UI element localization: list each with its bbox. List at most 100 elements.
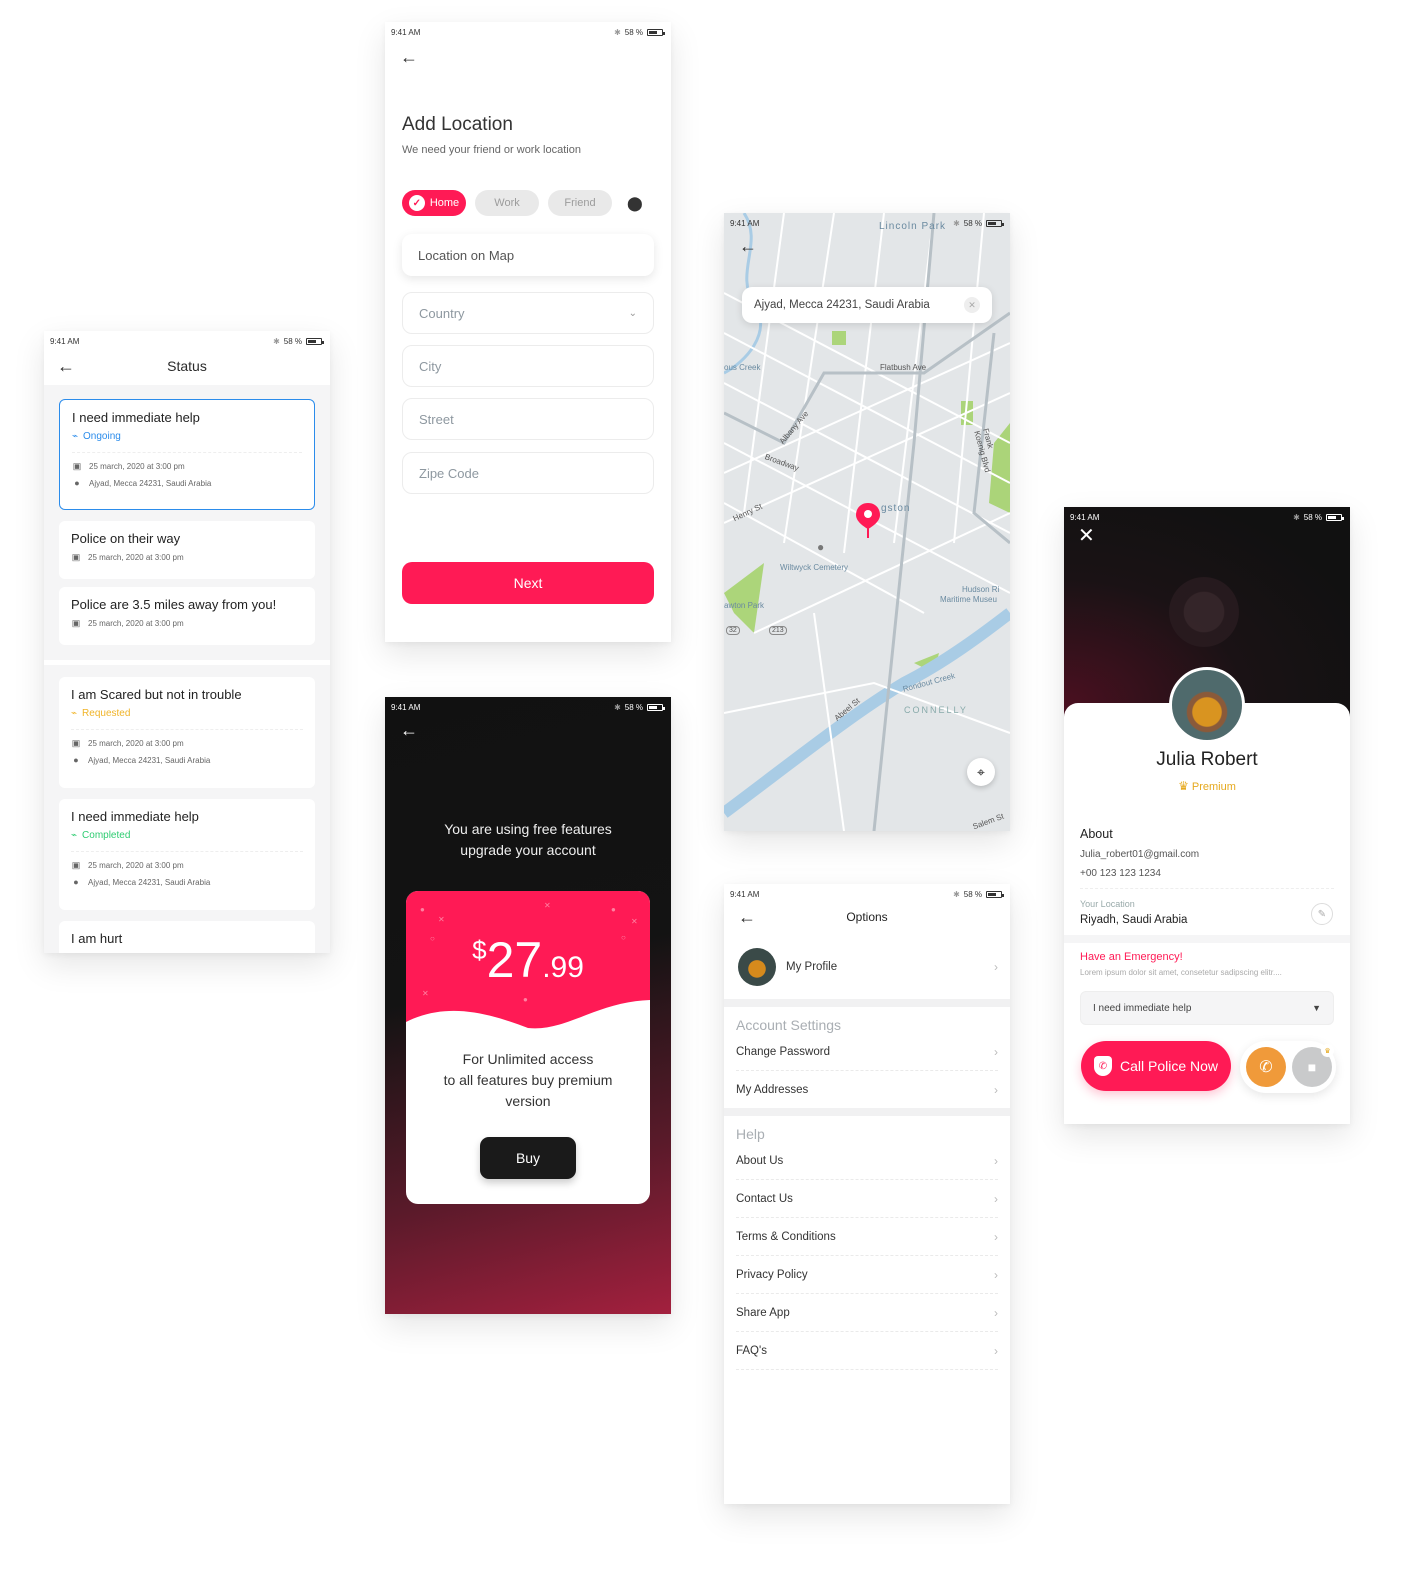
country-select[interactable]: Country ⌄: [402, 292, 654, 334]
menu-label: Terms & Conditions: [736, 1230, 836, 1243]
avatar: [738, 948, 776, 986]
card-location: ● Ajyad, Mecca 24231, Saudi Arabia: [71, 877, 303, 887]
phone-call-button[interactable]: ✆: [1246, 1047, 1286, 1087]
pencil-icon: ✎: [1317, 908, 1327, 920]
profile-label: My Profile: [786, 961, 838, 973]
chevron-right-icon: ›: [994, 960, 998, 974]
clear-icon[interactable]: ✕: [964, 297, 980, 313]
map-pin-icon[interactable]: ⬤: [627, 195, 643, 212]
chip-work[interactable]: Work: [475, 190, 539, 216]
search-value: Ajyad, Mecca 24231, Saudi Arabia: [754, 299, 930, 311]
my-location-button[interactable]: ⌖: [967, 758, 995, 786]
video-camera-icon: ■: [1307, 1059, 1317, 1075]
status-card[interactable]: Police are 3.5 miles away from you! ▣ 25 …: [59, 587, 315, 645]
page-title: Options: [846, 910, 888, 924]
battery-percent: 58 %: [963, 218, 982, 228]
card-location: ● Ajyad, Mecca 24231, Saudi Arabia: [71, 755, 303, 765]
menu-item-terms[interactable]: Terms & Conditions ›: [736, 1218, 998, 1256]
emergency-type-select[interactable]: I need immediate help ▼: [1080, 991, 1334, 1025]
chip-home[interactable]: ✓ Home: [402, 190, 466, 216]
chip-friend[interactable]: Friend: [548, 190, 612, 216]
chevron-right-icon: ›: [994, 1267, 998, 1282]
chip-label: Home: [429, 197, 460, 209]
street-input[interactable]: Street: [402, 398, 654, 440]
tier-label: Premium: [1191, 781, 1236, 793]
status-badge: ⌁ Ongoing: [72, 431, 302, 442]
divider: [71, 851, 303, 852]
battery-percent: 58 %: [963, 889, 982, 899]
my-profile-row[interactable]: My Profile ›: [738, 948, 998, 986]
bluetooth-icon: ✱: [273, 336, 280, 346]
page-title: Add Location: [402, 114, 513, 135]
menu-item-change-password[interactable]: Change Password ›: [736, 1033, 998, 1071]
chevron-right-icon: ›: [994, 1305, 998, 1320]
desc-line: to all features buy premium: [443, 1072, 613, 1088]
menu-item-privacy[interactable]: Privacy Policy ›: [736, 1256, 998, 1294]
menu-label: About Us: [736, 1154, 784, 1167]
account-settings-section: Account Settings Change Password › My Add…: [724, 1007, 1010, 1108]
menu-label: Contact Us: [736, 1192, 793, 1205]
call-options: ✆ ■ ♛: [1240, 1041, 1336, 1093]
close-icon[interactable]: ✕: [1078, 526, 1095, 546]
date-text: 25 march, 2020 at 3:00 pm: [88, 861, 184, 870]
battery-icon: [986, 890, 1004, 898]
status-bar: 9:41 AM ✱ 58 %: [44, 331, 330, 351]
card-title: I am Scared but not in trouble: [71, 687, 242, 702]
location-pin-icon[interactable]: [856, 503, 880, 539]
status-card[interactable]: Police on their way ▣ 25 march, 2020 at 3…: [59, 521, 315, 579]
menu-item-my-addresses[interactable]: My Addresses ›: [736, 1071, 998, 1109]
chevron-down-icon: ⌄: [628, 307, 637, 319]
video-call-button[interactable]: ■ ♛: [1292, 1044, 1334, 1087]
call-police-button[interactable]: ✆ Call Police Now: [1081, 1041, 1231, 1091]
battery-icon: [986, 219, 1004, 227]
card-title: I need immediate help: [71, 809, 199, 824]
status-badge: ⌁ Completed: [71, 830, 303, 841]
location-on-map-field[interactable]: Location on Map: [402, 234, 654, 276]
premium-screen: 9:41 AM ✱ 58 % ← You are using free featu…: [385, 697, 671, 1314]
card-location: ● Ajyad, Mecca 24231, Saudi Arabia: [72, 478, 302, 488]
status-card[interactable]: I need immediate help ⌁ Ongoing ▣ 25 march…: [59, 399, 315, 510]
menu-item-share-app[interactable]: Share App ›: [736, 1294, 998, 1332]
status-card[interactable]: I am hurt: [59, 921, 315, 953]
back-arrow-icon[interactable]: ←: [739, 237, 757, 255]
status-card[interactable]: I need immediate help ⌁ Completed ▣ 25 mar…: [59, 799, 315, 910]
buy-button[interactable]: Buy: [480, 1137, 576, 1179]
price-value: $27.99: [406, 931, 650, 989]
city-input[interactable]: City: [402, 345, 654, 387]
section-divider: [44, 660, 330, 665]
menu-item-about-us[interactable]: About Us ›: [736, 1142, 998, 1180]
map-label: Hudson Ri: [962, 585, 1000, 594]
battery-percent: 58 %: [624, 27, 643, 37]
add-location-screen: 9:41 AM ✱ 58 % ← Add Location We need you…: [385, 22, 671, 642]
emergency-subtitle: Lorem ipsum dolor sit amet, consetetur s…: [1080, 968, 1282, 977]
decor-dot: ●: [611, 905, 616, 914]
decor-cross: ✕: [438, 915, 445, 924]
field-placeholder: Street: [419, 411, 454, 427]
card-title: I need immediate help: [72, 410, 200, 425]
menu-label: Share App: [736, 1306, 790, 1319]
bluetooth-icon: ✱: [953, 218, 960, 228]
status-time: 9:41 AM: [730, 218, 760, 228]
phone-icon: ✆: [1259, 1059, 1273, 1076]
battery-percent: 58 %: [283, 336, 302, 346]
map-search-input[interactable]: Ajyad, Mecca 24231, Saudi Arabia ✕: [742, 287, 992, 323]
zip-code-input[interactable]: Zipe Code: [402, 452, 654, 494]
menu-item-contact-us[interactable]: Contact Us ›: [736, 1180, 998, 1218]
next-button[interactable]: Next: [402, 562, 654, 604]
location-label: Your Location: [1080, 899, 1135, 909]
status-bar: 9:41 AM ✱ 58 %: [724, 213, 1010, 233]
status-card[interactable]: I am Scared but not in trouble ⌁ Requeste…: [59, 677, 315, 788]
status-label: Completed: [82, 830, 131, 841]
status-label: Ongoing: [83, 431, 121, 442]
bluetooth-icon: ✱: [614, 27, 621, 37]
status-time: 9:41 AM: [50, 336, 80, 346]
battery-icon: [1326, 513, 1344, 521]
desc-line: version: [505, 1093, 551, 1109]
price-card: ● ✕ ○ ✕ ● ✕ ○ ✕ ● $27.99 For Unlimited a…: [406, 891, 650, 1204]
back-arrow-icon[interactable]: ←: [400, 48, 418, 66]
police-badge-logo: [1169, 577, 1239, 647]
edit-location-button[interactable]: ✎: [1311, 903, 1333, 925]
menu-item-faqs[interactable]: FAQ's ›: [736, 1332, 998, 1370]
back-arrow-icon[interactable]: ←: [400, 721, 418, 739]
police-shield-icon: ✆: [1093, 1056, 1112, 1076]
